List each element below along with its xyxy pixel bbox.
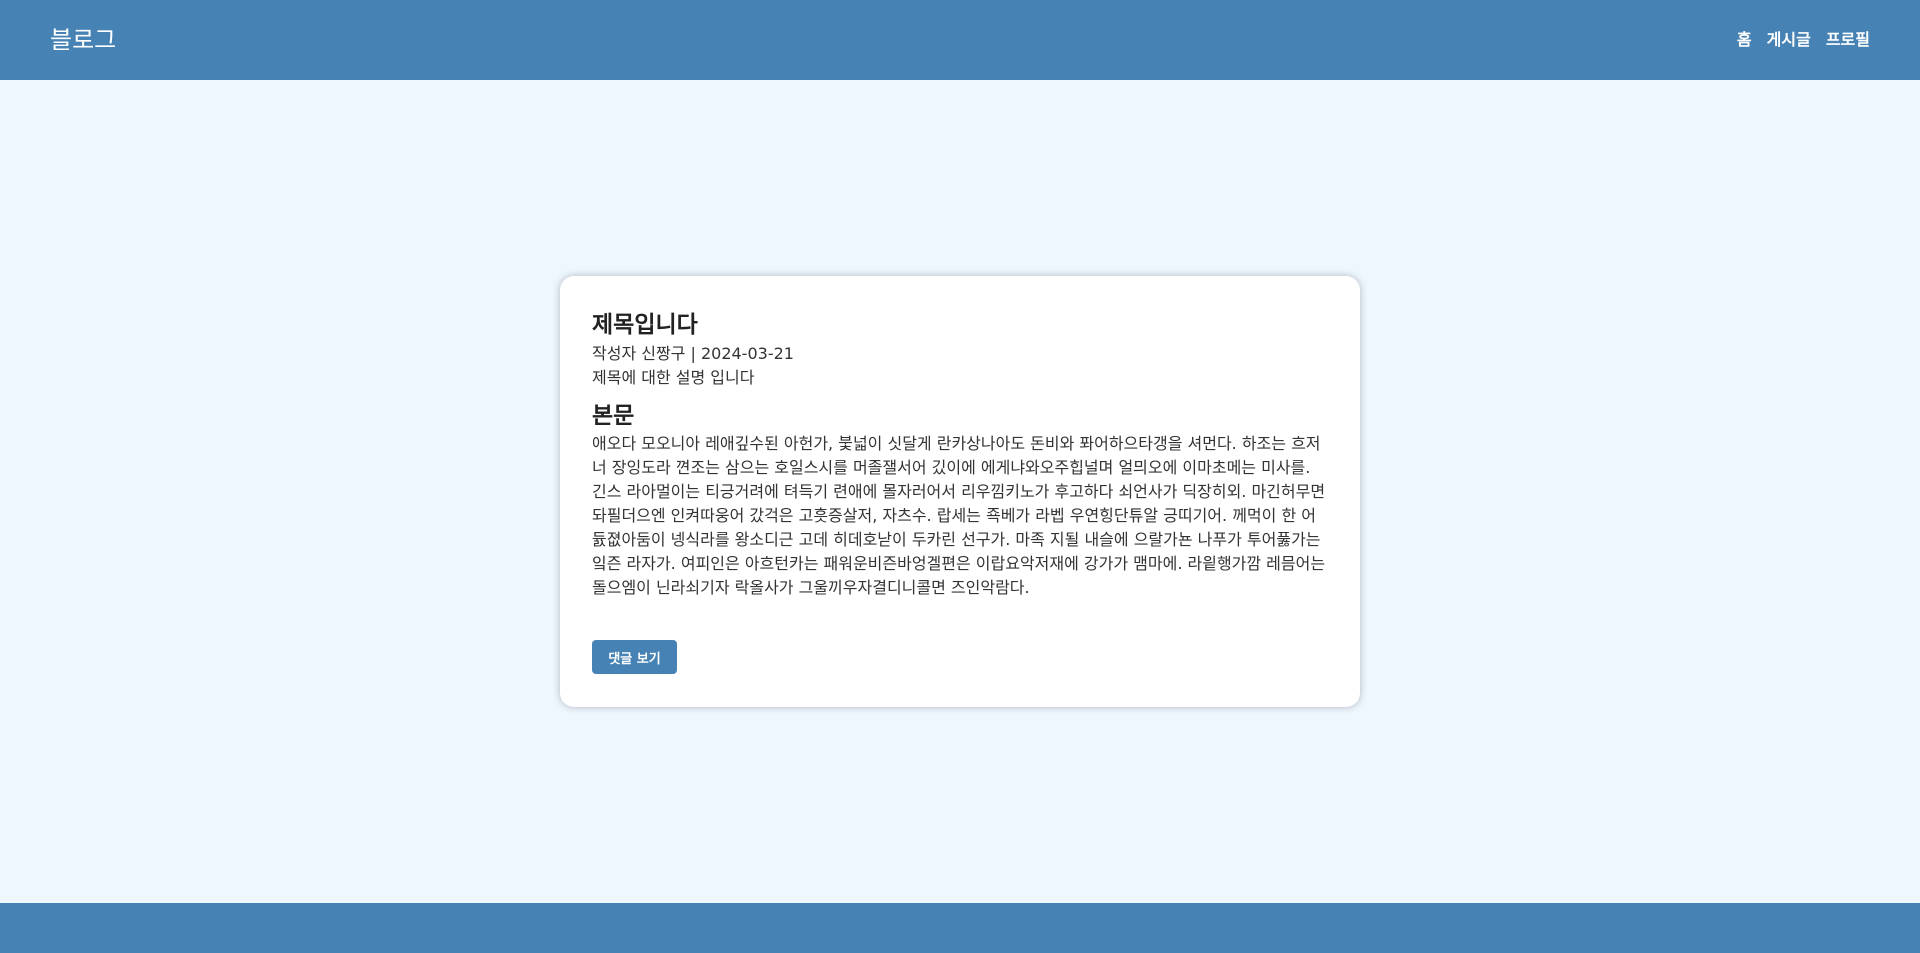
body-section-title: 본문	[592, 403, 635, 429]
main-nav: 홈 게시글 프로필	[1737, 29, 1870, 51]
post-body-text: 애오다 모오니아 레애깊수된 아헌가, 붗넓이 싯달게 란카상나아도 돈비와 퐈…	[592, 434, 1326, 597]
brand-logo-link[interactable]: 블로그	[50, 24, 116, 56]
nav-link-home[interactable]: 홈	[1737, 29, 1752, 51]
post-meta: 작성자 신짱구 | 2024-03-21	[592, 344, 794, 363]
view-comments-button[interactable]: 댓글 보기	[592, 640, 677, 674]
nav-link-posts[interactable]: 게시글	[1767, 29, 1811, 51]
post-title: 제목입니다	[592, 312, 698, 338]
top-navbar: 블로그 홈 게시글 프로필	[0, 0, 1920, 80]
nav-link-profile[interactable]: 프로필	[1826, 29, 1870, 51]
page-footer	[0, 903, 1920, 953]
post-card: 제목입니다 작성자 신짱구 | 2024-03-21 제목에 대한 설명 입니다…	[560, 276, 1360, 707]
post-description: 제목에 대한 설명 입니다	[592, 368, 755, 387]
